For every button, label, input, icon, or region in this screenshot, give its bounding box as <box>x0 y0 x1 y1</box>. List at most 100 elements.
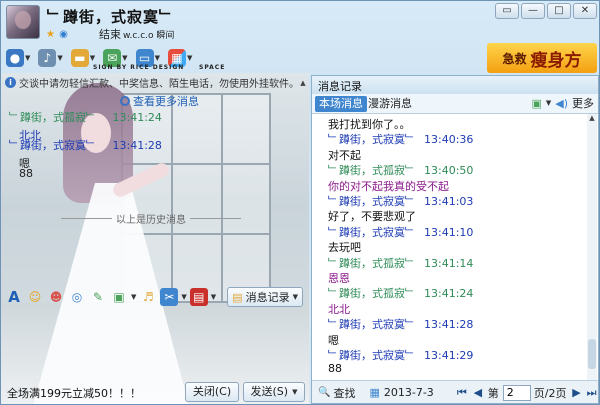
send-button[interactable]: 发送(S) ▼ <box>243 382 305 402</box>
history-message-text: 我打扰到你了。。 <box>328 118 411 131</box>
star-icon[interactable]: ★ <box>45 29 56 40</box>
chevron-down-icon[interactable]: ▼ <box>181 293 186 301</box>
chevron-down-icon: ▼ <box>122 54 128 62</box>
chat-message: 88 <box>9 165 33 180</box>
chevron-down-icon[interactable]: ▼ <box>546 99 551 107</box>
magic-emoji-icon[interactable]: ☻ <box>47 288 65 306</box>
history-message-text: 88 <box>328 362 342 376</box>
notice-text: 交谈中请勿轻信汇款、中奖信息、陌生电话，勿使用外挂软件。 <box>19 79 299 90</box>
history-divider-label: 以上是历史消息 <box>116 215 186 226</box>
scroll-thumb[interactable] <box>588 339 596 369</box>
magnifier-icon <box>120 96 130 106</box>
contact-name[interactable]: ﹂蹲街，式寂寞﹂ <box>47 6 175 27</box>
history-date[interactable]: 2013-7-3 <box>384 386 434 399</box>
folder-icon: ▬ <box>70 49 89 67</box>
history-icon: ▤ <box>232 290 243 304</box>
history-message-text: 好了，不要悲观了 <box>328 210 416 224</box>
doodle-icon[interactable]: ✎ <box>89 288 107 306</box>
chat-scrollbar[interactable]: ▲ <box>298 79 308 279</box>
page-suffix: 页/2页 <box>533 386 567 400</box>
history-message-list: 我打扰到你了。。 ﹂蹲街，式寂寞﹂ 13:40:36 对不起 ﹂蹲街，式孤寂﹂ 13:40… <box>312 114 588 380</box>
tab-local-messages[interactable]: 本场消息 <box>315 96 367 112</box>
next-page-icon[interactable]: ▶ <box>571 386 583 399</box>
chevron-down-icon[interactable]: ▼ <box>211 293 216 301</box>
history-message-header: ﹂蹲街，式孤寂﹂ 13:41:14 <box>328 255 473 271</box>
promo-link[interactable]: 全场满199元立减50！！！ <box>7 385 141 401</box>
history-message-text: 嗯 <box>328 333 339 347</box>
emoji-icon[interactable]: ☺ <box>26 288 44 306</box>
history-time: 13:41:24 <box>424 287 474 301</box>
history-time: 13:41:28 <box>424 318 474 332</box>
history-message-text: 你的对不起我真的受不起 <box>328 179 449 193</box>
music-icon[interactable]: ♬ <box>139 288 157 306</box>
message-history-button[interactable]: ▤ 消息记录 ▼ <box>227 287 303 307</box>
more-button[interactable]: 更多 <box>572 95 594 111</box>
contact-avatar[interactable] <box>6 5 40 39</box>
message-time: 13:41:28 <box>112 139 162 152</box>
history-message-text: 恩恩 <box>328 272 350 285</box>
history-tabs: 本场消息 漫游消息 ▣ ▼ ◀) 更多 <box>312 94 598 114</box>
search-icon[interactable]: 🔍 <box>318 387 330 398</box>
chevron-down-icon[interactable]: ▼ <box>292 383 297 401</box>
gift-icon[interactable]: ▤ <box>189 288 208 306</box>
chevron-down-icon: ▼ <box>57 54 63 62</box>
speaker-icon[interactable]: ◀) <box>555 97 568 110</box>
page-number-input[interactable] <box>502 384 531 401</box>
image-icon[interactable]: ▣ <box>110 288 128 306</box>
voice-call-button[interactable]: ♪ ▼ <box>36 47 64 69</box>
history-sender: ﹂蹲街，式孤寂﹂ <box>328 256 416 270</box>
close-button[interactable]: 关闭(C) <box>185 382 239 402</box>
status-text: 结束 <box>99 28 121 41</box>
globe-icon[interactable]: ◉ <box>58 29 69 40</box>
close-window-button[interactable]: ✕ <box>573 3 597 19</box>
find-button[interactable]: 查找 <box>333 385 355 401</box>
shake-icon[interactable]: ◎ <box>68 288 86 306</box>
skin-watermark: SIGN BY RICE DESIGN <box>93 64 185 71</box>
first-page-icon[interactable]: ⏮ <box>456 386 468 400</box>
history-sender: ﹂蹲街，式孤寂﹂ <box>328 164 416 178</box>
history-sender: ﹂蹲街，式寂寞﹂ <box>328 318 416 332</box>
chevron-down-icon[interactable]: ▼ <box>131 293 136 301</box>
video-call-button[interactable]: ● ▼ <box>4 47 32 69</box>
history-time: 13:41:14 <box>424 256 474 270</box>
prev-page-icon[interactable]: ◀ <box>472 386 484 399</box>
scroll-up-icon[interactable]: ▲ <box>587 114 597 124</box>
skin-button[interactable]: ▭ <box>495 3 519 19</box>
calendar-icon[interactable]: ▦ <box>369 386 379 399</box>
scroll-up-icon[interactable]: ▲ <box>298 79 308 89</box>
chevron-down-icon: ▼ <box>89 54 96 62</box>
message-header: ﹂蹲街，式孤寂﹂ 13:41:24 <box>9 109 162 125</box>
page-prefix: 第 <box>487 386 499 400</box>
send-button-label: 发送(S) <box>250 385 289 398</box>
history-time: 13:40:50 <box>424 164 474 178</box>
input-toolbar: A ☺ ☻ ◎ ✎ ▣ ▼ ♬ ✂ ▼ ▤ ▼ ▤ 消息记录 ▼ <box>5 286 305 308</box>
maximize-button[interactable]: □ <box>547 3 571 19</box>
history-message-header: ﹂蹲街，式寂寞﹂ 13:41:28 <box>328 316 473 332</box>
ad-banner[interactable]: 急救 瘦身方 <box>487 43 597 73</box>
screenshot-icon[interactable]: ✂ <box>160 288 179 306</box>
message-sender: ﹂蹲街，式寂寞﹂ <box>9 139 97 152</box>
chat-window: ﹂蹲街，式寂寞﹂ ★ ◉ 结束 w.c.c.o 瞬间 ▭ — □ ✕ ● ▼ ♪… <box>0 0 600 405</box>
message-history-panel: 消息记录 本场消息 漫游消息 ▣ ▼ ◀) 更多 我打扰到你了。。 ﹂蹲街，式寂寞… <box>311 75 599 404</box>
chevron-down-icon: ▼ <box>25 54 31 62</box>
chat-log: ﹂蹲街，式孤寂﹂ 13:41:24 北北 ﹂蹲街，式寂寞﹂ 13:41:28 嗯… <box>1 107 307 227</box>
history-sender: ﹂蹲街，式寂寞﹂ <box>328 133 416 147</box>
tab-roaming-messages[interactable]: 漫游消息 <box>364 96 416 112</box>
message-history-label: 消息记录 <box>245 291 290 304</box>
minimize-button[interactable]: — <box>521 3 545 19</box>
history-settings-icon[interactable]: ▣ <box>531 97 541 110</box>
history-time: 13:41:03 <box>424 195 474 208</box>
last-page-icon[interactable]: ⏭ <box>586 386 598 400</box>
history-message-header: ﹂蹲街，式寂寞﹂ 13:41:10 <box>328 224 473 240</box>
status-row: ★ ◉ 结束 w.c.c.o 瞬间 <box>45 26 174 42</box>
history-time: 13:41:10 <box>424 225 474 239</box>
chevron-down-icon: ▼ <box>186 54 193 62</box>
history-scrollbar[interactable]: ▲ <box>587 114 597 380</box>
title-bar: ﹂蹲街，式寂寞﹂ ★ ◉ 结束 w.c.c.o 瞬间 ▭ — □ ✕ <box>1 1 599 43</box>
history-sender: ﹂蹲街，式寂寞﹂ <box>328 349 416 362</box>
history-message-header: ﹂蹲街，式寂寞﹂ 13:41:29 <box>328 347 473 363</box>
font-icon[interactable]: A <box>5 288 23 306</box>
history-message-header: ﹂蹲街，式孤寂﹂ 13:41:24 <box>328 285 473 301</box>
chevron-down-icon: ▼ <box>292 293 298 301</box>
security-notice: i 交谈中请勿轻信汇款、中奖信息、陌生电话，勿使用外挂软件。 <box>5 75 305 90</box>
